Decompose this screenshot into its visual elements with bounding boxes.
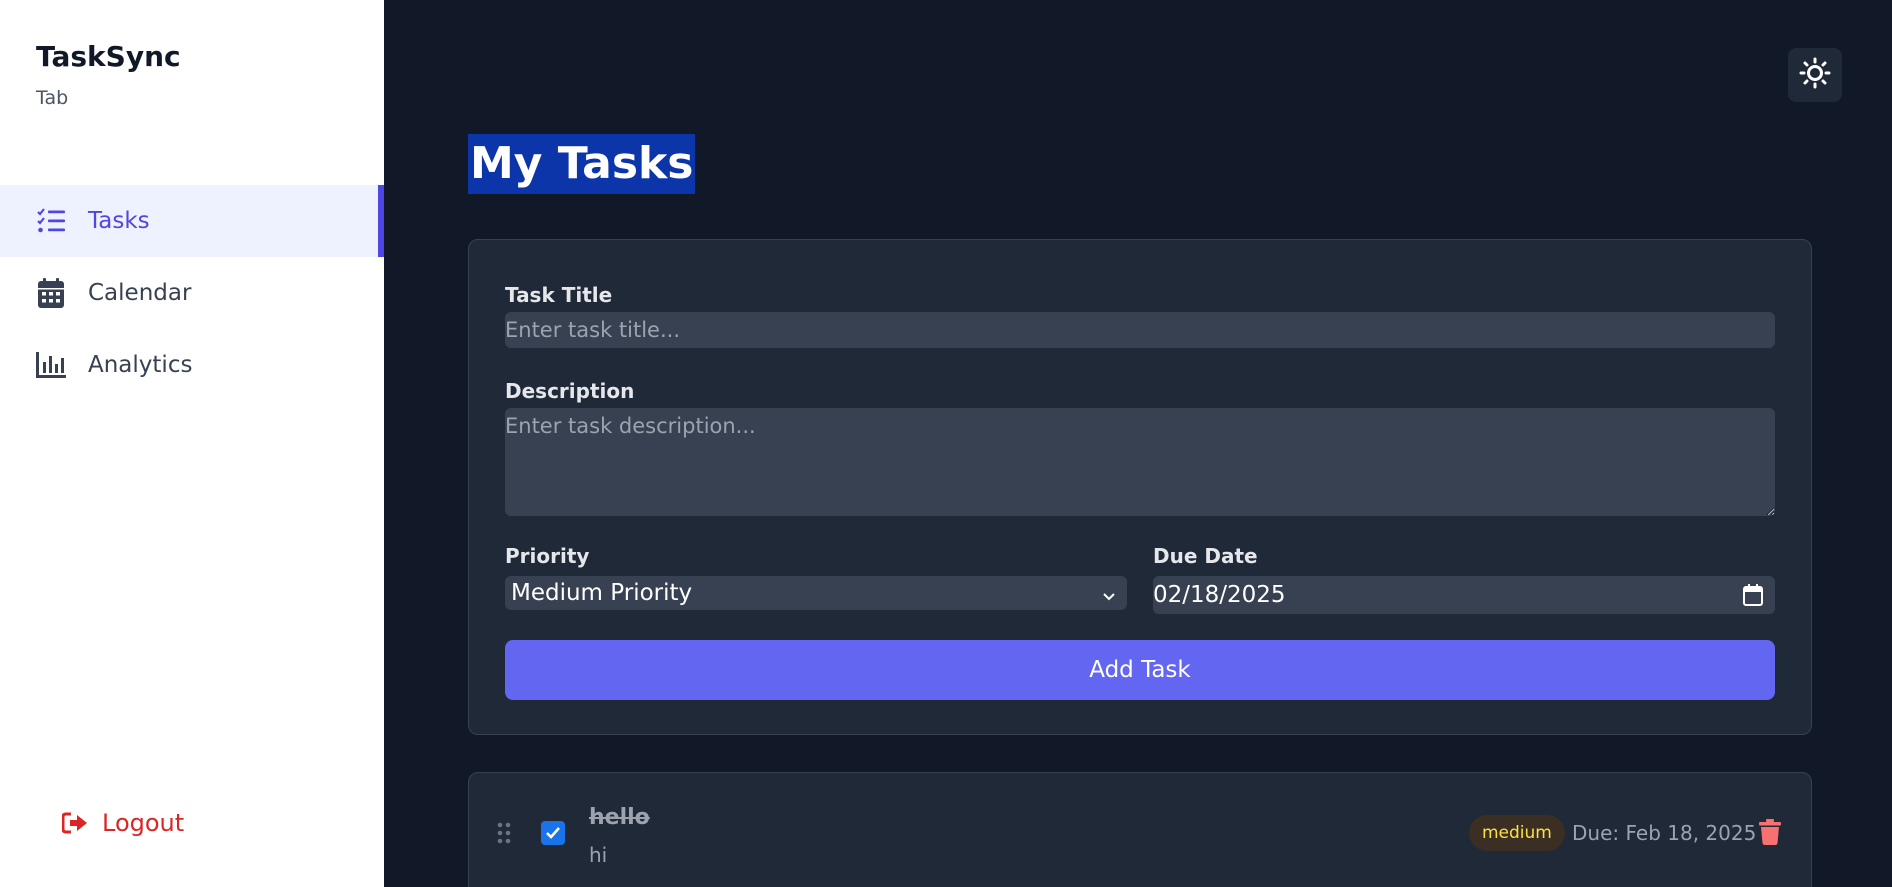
logout-label: Logout [102, 809, 185, 837]
sidebar-item-calendar[interactable]: Calendar [0, 257, 384, 329]
page-title: My Tasks [468, 134, 696, 194]
main-content: My Tasks Task Title Description Priority… [384, 0, 1892, 887]
task-complete-checkbox[interactable] [541, 821, 565, 845]
task-due-date: Due: Feb 18, 2025 [1572, 821, 1757, 845]
chart-bar-icon [36, 350, 66, 380]
priority-badge: medium [1469, 815, 1565, 851]
due-date-value: 02/18/2025 [1153, 582, 1286, 608]
trash-icon[interactable] [1759, 819, 1781, 849]
priority-select[interactable]: Medium Priority [505, 576, 1127, 610]
theme-toggle-button[interactable] [1788, 48, 1842, 102]
task-item: hello hi medium Due: Feb 18, 2025 [468, 772, 1812, 887]
drag-handle-icon[interactable] [497, 822, 511, 848]
sidebar-item-label: Tasks [88, 208, 150, 234]
brand-title: TaskSync [36, 40, 181, 73]
due-date-label: Due Date [1153, 544, 1258, 568]
chevron-down-icon [1101, 584, 1117, 610]
task-title-label: Task Title [505, 283, 613, 307]
brand: TaskSync Tab [36, 40, 181, 109]
sidebar-item-analytics[interactable]: Analytics [0, 329, 384, 401]
calendar-picker-icon[interactable] [1743, 584, 1763, 612]
priority-select-value: Medium Priority [511, 580, 693, 606]
task-title-input[interactable] [505, 312, 1775, 348]
task-description: hi [589, 843, 608, 867]
tasks-list-icon [36, 206, 66, 236]
brand-subtitle: Tab [36, 87, 69, 109]
description-textarea[interactable] [505, 408, 1775, 516]
logout-button[interactable]: Logout [60, 808, 184, 838]
sidebar-nav: Tasks Calendar Analytics [0, 185, 384, 401]
sidebar-item-tasks[interactable]: Tasks [0, 185, 384, 257]
task-title: hello [589, 805, 650, 830]
sun-icon [1799, 57, 1831, 93]
calendar-icon [36, 278, 66, 308]
priority-label: Priority [505, 544, 590, 568]
sidebar: TaskSync Tab Tasks Calendar Analytics Lo… [0, 0, 384, 887]
description-label: Description [505, 379, 635, 403]
sidebar-item-label: Calendar [88, 280, 192, 306]
sidebar-item-label: Analytics [88, 352, 193, 378]
task-form-card: Task Title Description Priority Medium P… [468, 239, 1812, 735]
logout-icon [60, 808, 90, 838]
add-task-button[interactable]: Add Task [505, 640, 1775, 700]
due-date-input[interactable]: 02/18/2025 [1153, 576, 1775, 614]
